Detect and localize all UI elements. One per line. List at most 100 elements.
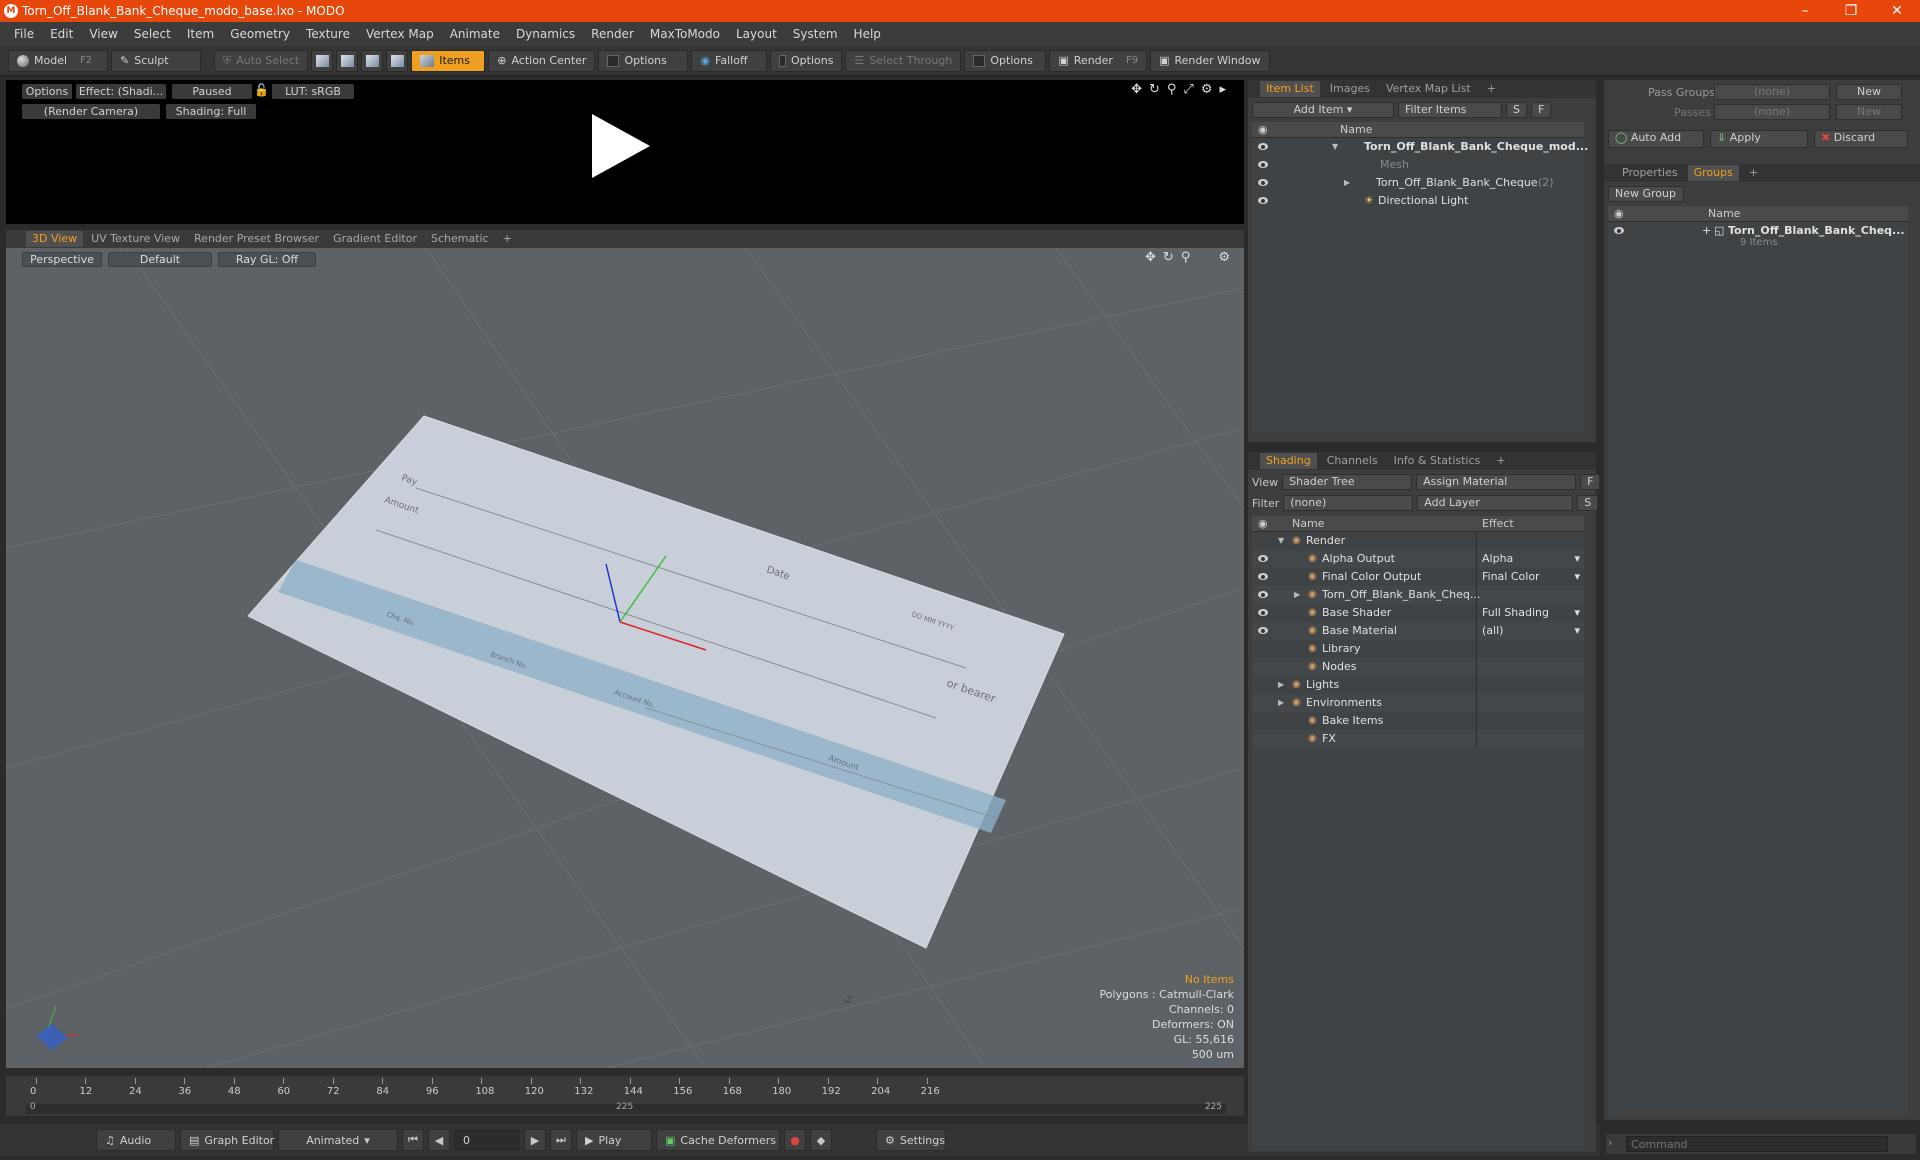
- preview-paused-button[interactable]: Paused: [172, 84, 252, 99]
- add-layer-button[interactable]: Add Layer: [1417, 495, 1574, 511]
- auto-add-button[interactable]: ◯ Auto Add: [1608, 130, 1704, 148]
- action-center-button[interactable]: ⊕ Action Center: [488, 49, 596, 72]
- gear-icon[interactable]: ⚙: [1218, 250, 1230, 265]
- chevron-down-icon[interactable]: ▾: [1574, 622, 1580, 640]
- add-tab-button[interactable]: +: [1490, 453, 1511, 469]
- expand-icon[interactable]: ▶: [1278, 694, 1284, 712]
- collapse-icon[interactable]: ▼: [1332, 138, 1338, 156]
- menu-help[interactable]: Help: [846, 27, 889, 41]
- menu-animate[interactable]: Animate: [442, 27, 508, 41]
- move-icon[interactable]: ✥: [1145, 250, 1156, 265]
- group-expand-icon[interactable]: +: [1702, 222, 1711, 240]
- f-button[interactable]: F: [1580, 474, 1601, 490]
- list-item[interactable]: Mesh: [1252, 156, 1584, 174]
- default-dropdown[interactable]: Default: [108, 252, 212, 267]
- perspective-dropdown[interactable]: Perspective: [22, 252, 102, 267]
- eye-icon[interactable]: [1258, 161, 1268, 168]
- preview-lut-dropdown[interactable]: LUT: sRGB: [272, 84, 354, 99]
- assign-material-button[interactable]: Assign Material: [1416, 474, 1577, 490]
- eye-icon[interactable]: [1258, 609, 1268, 616]
- expand-arrow-icon[interactable]: ▸: [1219, 82, 1226, 97]
- new-pass-button[interactable]: New: [1836, 104, 1902, 120]
- eye-icon[interactable]: [1258, 179, 1268, 186]
- filter-dropdown[interactable]: (none): [1283, 495, 1414, 511]
- menu-item[interactable]: Item: [179, 27, 222, 41]
- tab-item-list[interactable]: Item List: [1260, 81, 1320, 97]
- s-button[interactable]: S: [1577, 495, 1599, 511]
- eye-icon[interactable]: [1258, 627, 1268, 634]
- record-button[interactable]: ●: [784, 1129, 806, 1151]
- go-to-start-button[interactable]: ⏮: [402, 1129, 424, 1151]
- restore-icon[interactable]: ❐: [1828, 3, 1874, 19]
- vertex-mode-button[interactable]: [311, 49, 334, 72]
- preview-effect-dropdown[interactable]: Effect: (Shadi...: [76, 84, 166, 99]
- falloff-options-button[interactable]: Options: [770, 49, 843, 72]
- settings-button[interactable]: ⚙ Settings: [876, 1129, 946, 1151]
- eye-icon[interactable]: [1258, 591, 1268, 598]
- chevron-down-icon[interactable]: ▾: [1574, 604, 1580, 622]
- items-button[interactable]: Items: [411, 49, 486, 72]
- menu-vertex-map[interactable]: Vertex Map: [358, 27, 442, 41]
- eye-icon[interactable]: [1258, 573, 1268, 580]
- go-to-end-button[interactable]: ⏭: [550, 1129, 572, 1151]
- shader-row[interactable]: ◉ Base Material (all) ▾: [1252, 622, 1584, 640]
- frame-input[interactable]: 0: [454, 1129, 520, 1151]
- add-item-button[interactable]: Add Item ▾: [1252, 102, 1394, 118]
- eye-icon[interactable]: [1258, 197, 1268, 204]
- action-center-options-button[interactable]: Options: [598, 49, 689, 72]
- list-item[interactable]: ☀ Directional Light: [1252, 192, 1584, 210]
- falloff-button[interactable]: ◉ Falloff: [691, 49, 768, 72]
- graph-editor-button[interactable]: ▤ Graph Editor: [180, 1129, 274, 1151]
- add-tab-button[interactable]: +: [1743, 165, 1764, 181]
- cache-deformers-button[interactable]: ▣ Cache Deformers: [656, 1129, 780, 1151]
- tab-groups[interactable]: Groups: [1687, 165, 1739, 181]
- shader-row[interactable]: ▶ ◉ Torn_Off_Blank_Bank_Cheq...: [1252, 586, 1584, 604]
- lock-icon[interactable]: 🔓: [254, 83, 269, 97]
- tab-render-preset-browser[interactable]: Render Preset Browser: [188, 231, 325, 247]
- polygon-mode-button[interactable]: [361, 49, 384, 72]
- shader-row[interactable]: ◉ Base Shader Full Shading ▾: [1252, 604, 1584, 622]
- render-button[interactable]: ▣ Render F9: [1049, 49, 1148, 72]
- shader-row[interactable]: ▶ ◉ Environments: [1252, 694, 1584, 712]
- menu-view[interactable]: View: [81, 27, 125, 41]
- passes-dropdown[interactable]: (none): [1714, 104, 1830, 120]
- expand-icon[interactable]: ▼: [1278, 532, 1284, 550]
- shader-row[interactable]: ◉ Library: [1252, 640, 1584, 658]
- filter-items-input[interactable]: Filter Items: [1398, 102, 1502, 118]
- tab-schematic[interactable]: Schematic: [425, 231, 495, 247]
- preview-options-button[interactable]: Options: [22, 84, 72, 99]
- group-row[interactable]: + ◱ Torn_Off_Blank_Bank_Cheq... 9 Items: [1608, 222, 1908, 252]
- preview-camera-dropdown[interactable]: (Render Camera): [22, 104, 160, 119]
- tab-images[interactable]: Images: [1324, 81, 1376, 97]
- shader-row[interactable]: ◉ FX: [1252, 730, 1584, 748]
- new-group-button[interactable]: New Group: [1608, 186, 1684, 202]
- edge-mode-button[interactable]: [336, 49, 359, 72]
- tab-vertex-map-list[interactable]: Vertex Map List: [1380, 81, 1477, 97]
- animated-dropdown[interactable]: Animated ▾: [278, 1129, 398, 1151]
- shader-row[interactable]: ▶ ◉ Lights: [1252, 676, 1584, 694]
- expand-icon[interactable]: ▶: [1344, 174, 1350, 192]
- shader-row[interactable]: ◉ Final Color Output Final Color ▾: [1252, 568, 1584, 586]
- apply-button[interactable]: ⇓ Apply: [1710, 130, 1808, 148]
- tab-info-statistics[interactable]: Info & Statistics: [1388, 453, 1487, 469]
- raygl-dropdown[interactable]: Ray GL: Off: [218, 252, 316, 267]
- menu-dynamics[interactable]: Dynamics: [508, 27, 583, 41]
- rotate-icon[interactable]: ↻: [1149, 82, 1160, 97]
- menu-maxtomodo[interactable]: MaxToModo: [642, 27, 728, 41]
- chevron-down-icon[interactable]: ▾: [1574, 550, 1580, 568]
- command-input[interactable]: [1626, 1136, 1888, 1152]
- select-through-button[interactable]: ☰ Select Through: [845, 49, 962, 72]
- menu-render[interactable]: Render: [583, 27, 642, 41]
- prev-key-button[interactable]: ◀: [428, 1129, 450, 1151]
- audio-button[interactable]: ♫ Audio: [96, 1129, 176, 1151]
- render-window-button[interactable]: ▣ Render Window: [1150, 49, 1270, 72]
- sculpt-button[interactable]: ✎ Sculpt: [111, 49, 201, 72]
- maximize-icon[interactable]: ⤢: [1183, 82, 1193, 97]
- chevron-down-icon[interactable]: ▾: [1574, 568, 1580, 586]
- discard-button[interactable]: ✖ Discard: [1814, 130, 1908, 148]
- tab-channels[interactable]: Channels: [1321, 453, 1384, 469]
- zoom-icon[interactable]: ⚲: [1181, 250, 1191, 265]
- menu-geometry[interactable]: Geometry: [222, 27, 298, 41]
- tab-shading[interactable]: Shading: [1260, 453, 1317, 469]
- new-pass-group-button[interactable]: New: [1836, 84, 1902, 100]
